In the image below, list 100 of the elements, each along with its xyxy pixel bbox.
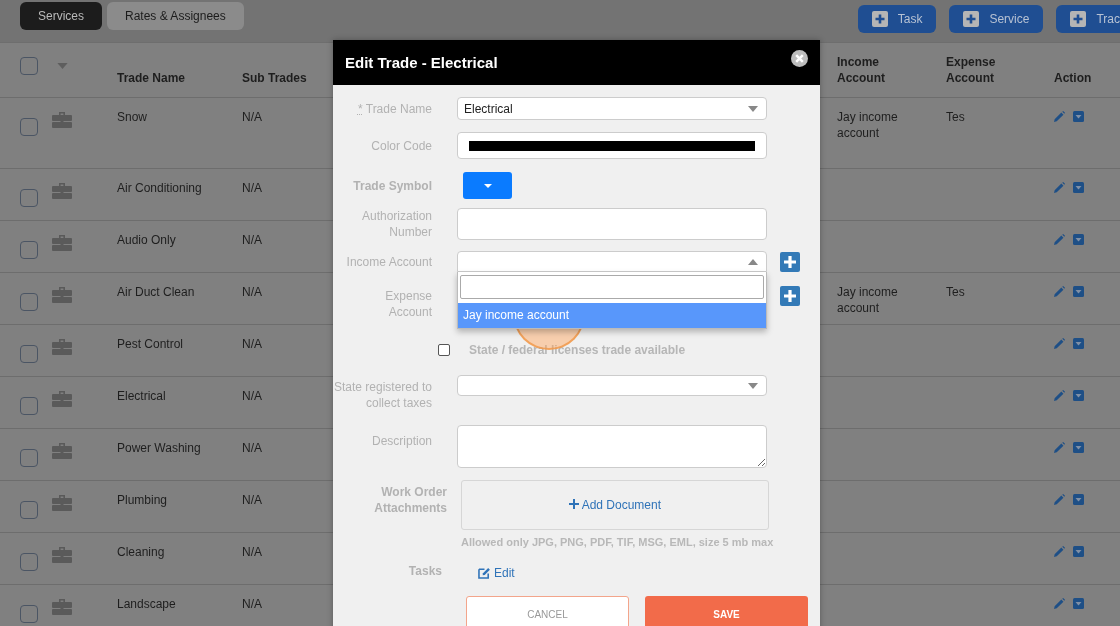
caret-icon[interactable]	[57, 62, 68, 69]
dialog-title: Edit Trade - Electrical	[345, 54, 498, 71]
dropdown-icon[interactable]	[1073, 338, 1084, 349]
field-label: Work Order Attachments	[373, 484, 447, 516]
save-button[interactable]: SAVE	[645, 596, 808, 626]
pencil-icon[interactable]	[1054, 546, 1065, 557]
pencil-icon[interactable]	[1054, 390, 1065, 401]
add-button[interactable]: Task	[857, 5, 937, 33]
briefcase-icon	[52, 182, 72, 199]
dropdown-icon[interactable]	[1073, 182, 1084, 193]
plus-icon	[871, 11, 888, 27]
table-cell-text: Air Duct Clean	[117, 284, 195, 300]
pencil-icon[interactable]	[1054, 182, 1065, 193]
row-checkbox[interactable]	[20, 449, 38, 467]
trade-name-select[interactable]: Electrical	[457, 97, 767, 120]
field-label: State registered to collect taxes	[333, 379, 432, 411]
caret-icon	[748, 382, 758, 389]
row-checkbox[interactable]	[20, 605, 38, 623]
table-cell-text: N/A	[242, 284, 262, 300]
column-header: Income Account	[837, 54, 886, 86]
briefcase-icon	[52, 546, 72, 563]
table-cell-text: Tes	[946, 109, 966, 125]
table-cell-text: Jay income account	[837, 109, 899, 141]
add-button[interactable]: Service	[949, 5, 1044, 33]
add-button[interactable]: Trac	[1056, 5, 1120, 33]
caret-icon	[483, 183, 492, 188]
row-checkbox[interactable]	[20, 501, 38, 519]
file-types-hint: Allowed only JPG, PNG, PDF, TIF, MSG, EML, size 5 mb max	[461, 536, 775, 550]
pencil-icon[interactable]	[1054, 234, 1065, 245]
tab[interactable]: Services	[20, 2, 102, 30]
dropdown-icon[interactable]	[1073, 546, 1084, 557]
checkbox-label: State / federal licenses trade available	[469, 343, 686, 357]
row-checkbox[interactable]	[20, 241, 38, 259]
plus-icon	[963, 11, 980, 27]
pencil-icon[interactable]	[1054, 494, 1065, 505]
table-cell-text: Audio Only	[117, 232, 176, 248]
dropdown-option[interactable]: Jay income account	[458, 303, 766, 328]
dropdown-icon[interactable]	[1073, 111, 1084, 122]
symbol-picker-button[interactable]	[463, 172, 512, 199]
dropdown-icon[interactable]	[1073, 494, 1084, 505]
briefcase-icon	[52, 111, 72, 128]
add-icon[interactable]	[780, 286, 800, 306]
field-label: Income Account	[346, 253, 432, 270]
dropdown-icon[interactable]	[1073, 442, 1084, 453]
dropdown-icon[interactable]	[1073, 390, 1084, 401]
table-cell-text: N/A	[242, 596, 262, 612]
briefcase-icon	[52, 494, 72, 511]
column-header: Trade Name	[117, 70, 186, 86]
edit-link[interactable]: Edit	[478, 566, 515, 580]
table-cell-text: Jay income account	[837, 284, 899, 316]
edit-icon	[478, 567, 491, 579]
table-cell-text: Pest Control	[117, 336, 184, 352]
authorization-number-field[interactable]	[457, 208, 767, 240]
field-label: Authorization Number	[360, 208, 432, 240]
table-cell-text: N/A	[242, 232, 262, 248]
row-checkbox[interactable]	[20, 553, 38, 571]
field-label: Expense Account	[384, 288, 432, 320]
income-account-select[interactable]	[457, 251, 767, 272]
dropdown-icon[interactable]	[1073, 598, 1084, 609]
search-field[interactable]	[460, 275, 764, 299]
close-icon[interactable]	[791, 50, 808, 67]
table-cell-text: N/A	[242, 180, 262, 196]
color-field[interactable]	[457, 132, 767, 159]
field-label: * Trade Name	[357, 100, 432, 117]
table-cell-text: N/A	[242, 440, 262, 456]
table-cell-text: Power Washing	[117, 440, 201, 456]
dropdown-icon[interactable]	[1073, 286, 1084, 297]
table-cell-text: Cleaning	[117, 544, 165, 560]
plus-icon	[568, 499, 579, 509]
row-checkbox[interactable]	[20, 118, 38, 136]
field-label: Description	[371, 433, 432, 449]
licenses-checkbox[interactable]	[438, 344, 450, 356]
caret-icon	[748, 105, 758, 112]
add-icon[interactable]	[780, 251, 800, 272]
row-checkbox[interactable]	[20, 345, 38, 363]
table-cell-text: Air Conditioning	[117, 180, 202, 196]
tab[interactable]: Rates & Assignees	[107, 2, 244, 30]
caret-icon	[748, 258, 758, 265]
pencil-icon[interactable]	[1054, 338, 1065, 349]
dropdown-icon[interactable]	[1073, 234, 1084, 245]
row-checkbox[interactable]	[20, 293, 38, 311]
pencil-icon[interactable]	[1054, 286, 1065, 297]
briefcase-icon	[52, 442, 72, 459]
pencil-icon[interactable]	[1054, 111, 1065, 122]
pencil-icon[interactable]	[1054, 442, 1065, 453]
briefcase-icon	[52, 598, 72, 615]
pencil-icon[interactable]	[1054, 598, 1065, 609]
field-label: Trade Symbol	[353, 177, 432, 194]
description-field[interactable]	[457, 425, 767, 468]
state-select[interactable]	[457, 375, 767, 396]
cancel-button[interactable]: CANCEL	[466, 596, 629, 626]
table-cell-text: Tes	[946, 284, 966, 300]
row-checkbox[interactable]	[20, 397, 38, 415]
add-document-button[interactable]: Add Document	[461, 480, 769, 530]
briefcase-icon	[52, 234, 72, 251]
select-all-checkbox[interactable]	[20, 57, 38, 75]
table-cell-text: N/A	[242, 336, 262, 352]
briefcase-icon	[52, 338, 72, 355]
briefcase-icon	[52, 286, 72, 303]
row-checkbox[interactable]	[20, 189, 38, 207]
